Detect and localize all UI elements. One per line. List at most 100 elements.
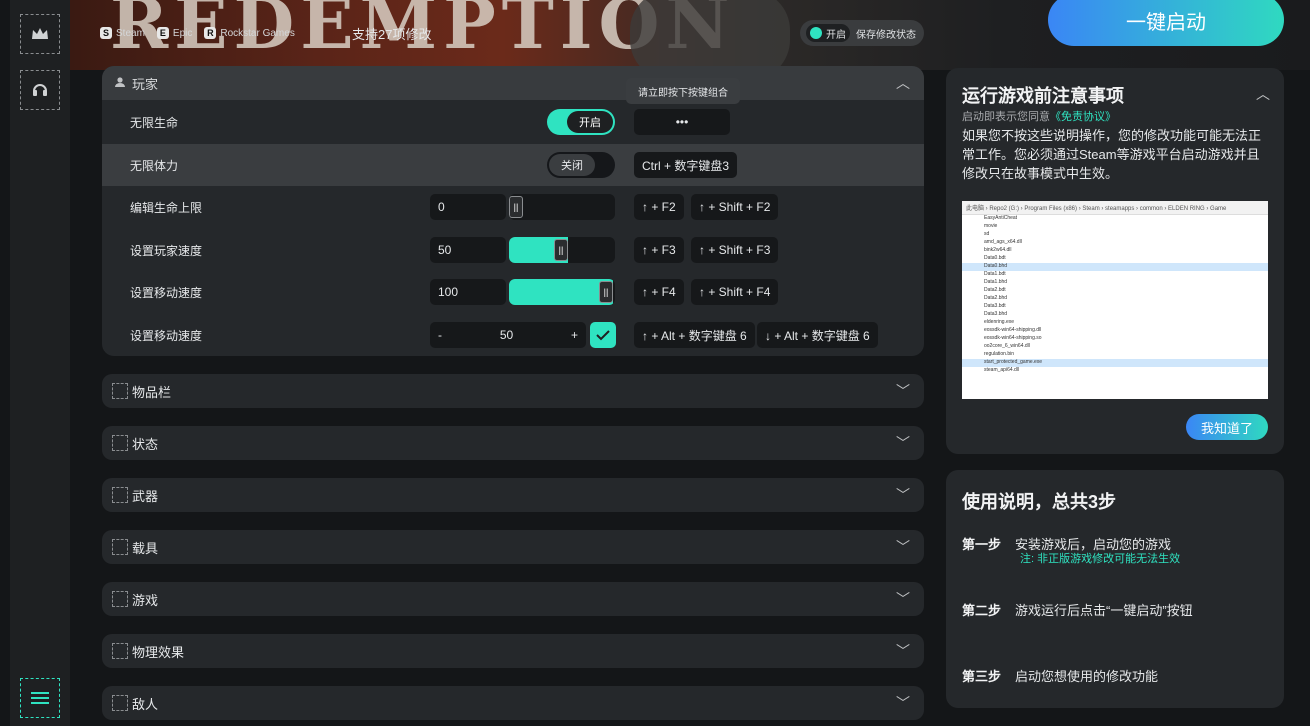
platform-rockstar[interactable]: R Rockstar Games (204, 27, 295, 39)
option-toggle[interactable]: 关闭 (547, 152, 615, 178)
explorer-file-row: movie (984, 223, 998, 229)
option-row: 无限生命 开启 ••• (102, 101, 924, 143)
step-label: 第三步 (962, 669, 1002, 684)
explorer-file-row: Data3.bdt (984, 303, 1006, 309)
option-toggle[interactable]: 开启 (547, 109, 615, 135)
step-note: 注: 非正版游戏修改可能无法生效 (1020, 553, 1181, 565)
quantity-stepper[interactable]: - 50 + (430, 322, 586, 348)
hotkey-slot[interactable]: ↑ + Shift + F3 (691, 237, 779, 263)
menu-icon[interactable] (20, 678, 60, 718)
hotkey-slot[interactable]: ↑ + F3 (634, 237, 684, 263)
chevron-down-icon[interactable]: ﹀ (896, 485, 910, 505)
physics-icon (112, 643, 128, 659)
platform-epic[interactable]: E Epic (156, 27, 192, 39)
chevron-down-icon[interactable]: ﹀ (896, 433, 910, 453)
explorer-file-row: amd_ags_x64.dll (984, 239, 1022, 245)
hotkey-slot[interactable]: Ctrl + 数字键盘3 (634, 152, 738, 178)
chevron-up-icon[interactable]: ︿ (896, 73, 910, 93)
value-input[interactable]: 100 (430, 279, 506, 305)
confirm-check-button[interactable] (590, 322, 616, 348)
chevron-down-icon[interactable]: ﹀ (896, 693, 910, 713)
save-toggle-switch[interactable]: 开启 (806, 24, 850, 42)
hotkey-slot[interactable]: ↓ + Alt + 数字键盘 6 (757, 322, 878, 348)
slider-handle[interactable]: || (599, 281, 613, 303)
chevron-down-icon[interactable]: ﹀ (896, 537, 910, 557)
explorer-file-row: steam_api64.dll (984, 367, 1020, 373)
got-it-button[interactable]: 我知道了 (1186, 414, 1268, 440)
option-row: 设置移动速度 100 || ↑ + F4 ↑ + Shift + F4 (102, 271, 924, 313)
value-slider[interactable]: || (509, 194, 615, 220)
option-label: 设置玩家速度 (130, 243, 203, 258)
value-slider[interactable]: || (509, 237, 615, 263)
platform-steam[interactable]: S Steam (100, 27, 145, 39)
toggle-dot (810, 27, 822, 39)
explorer-screenshot: 此电脑 › Repo2 (G:) › Program Files (x86) ›… (962, 201, 1268, 399)
disclaimer-link[interactable]: 《免责协议》 (1050, 111, 1116, 123)
step-text: 启动您想使用的修改功能 (1015, 669, 1159, 684)
section-title: 玩家 (132, 76, 159, 92)
category-game[interactable]: 游戏 ﹀ (102, 582, 924, 616)
notice-title: 运行游戏前注意事项 (962, 86, 1124, 106)
explorer-file-row: eossdk-win64-shipping.so (984, 335, 1042, 341)
launch-button[interactable]: 一键启动 (1048, 0, 1284, 46)
agreement-text: 启动即表示您同意 (962, 111, 1050, 123)
crown-icon[interactable] (20, 14, 60, 54)
notice-panel: 运行游戏前注意事项 ︿ 启动即表示您同意《免责协议》 如果您不按这些说明操作，您… (946, 68, 1284, 454)
category-label: 载具 (132, 540, 159, 556)
option-label: 无限生命 (130, 115, 179, 130)
step-1: 第一步 安装游戏后，启动您的游戏 注: 非正版游戏修改可能无法生效 (962, 534, 1180, 565)
chevron-down-icon[interactable]: ﹀ (896, 641, 910, 661)
banner-artwork (630, 0, 790, 70)
hotkey-slot[interactable]: ↑ + Alt + 数字键盘 6 (634, 322, 755, 348)
chevron-down-icon[interactable]: ﹀ (896, 589, 910, 609)
category-vehicles[interactable]: 载具 ﹀ (102, 530, 924, 564)
steam-icon: S (100, 27, 112, 39)
explorer-file-row: regulation.bin (984, 351, 1015, 357)
category-inventory[interactable]: 物品栏 ﹀ (102, 374, 924, 408)
toggle-label: 关闭 (549, 154, 595, 176)
category-label: 状态 (132, 436, 159, 452)
user-icon (114, 76, 126, 91)
explorer-file-row: Data2.bdt (984, 287, 1006, 293)
platform-label: Steam (116, 27, 145, 39)
enemy-icon (112, 695, 128, 711)
category-weapons[interactable]: 武器 ﹀ (102, 478, 924, 512)
step-2: 第二步 游戏运行后点击“一键启动”按钮 (962, 600, 1193, 619)
player-section-header[interactable]: 玩家 ︿ (102, 66, 924, 100)
hotkey-slot[interactable]: ↑ + F4 (634, 279, 684, 305)
option-row: 编辑生命上限 0 || ↑ + F2 ↑ + Shift + F2 (102, 186, 924, 228)
value-input[interactable]: 50 (430, 237, 506, 263)
option-row: 无限体力 关闭 Ctrl + 数字键盘3 (102, 144, 924, 186)
hotkey-slot[interactable]: ↑ + F2 (634, 194, 684, 220)
explorer-file-row: Data2.bhd (984, 295, 1008, 301)
explorer-file-row: Data1.bdt (984, 271, 1006, 277)
save-state-toggle[interactable]: 开启 保存修改状态 (800, 20, 924, 46)
slider-handle[interactable]: || (554, 239, 568, 261)
explorer-file-row: eldenring.exe (984, 319, 1015, 325)
notice-subtitle: 启动即表示您同意《免责协议》 (962, 108, 1116, 124)
category-label: 物理效果 (132, 644, 185, 660)
step-3: 第三步 启动您想使用的修改功能 (962, 666, 1158, 685)
epic-icon: E (156, 27, 169, 39)
decrement-button[interactable]: - (438, 328, 442, 342)
explorer-file-row: Data1.bhd (984, 279, 1008, 285)
chevron-down-icon[interactable]: ﹀ (896, 381, 910, 401)
platform-list: S Steam E Epic R Rockstar Games (100, 22, 301, 44)
instructions-panel: 使用说明，总共3步 第一步 安装游戏后，启动您的游戏 注: 非正版游戏修改可能无法… (946, 470, 1284, 708)
value-slider[interactable]: || (509, 279, 615, 305)
increment-button[interactable]: + (571, 328, 578, 342)
slider-handle[interactable]: || (509, 196, 523, 218)
hotkey-slot[interactable]: ↑ + Shift + F2 (691, 194, 779, 220)
explorer-file-row: EasyAntiCheat (984, 215, 1018, 221)
category-label: 敌人 (132, 696, 159, 712)
chevron-up-icon[interactable]: ︿ (1256, 84, 1270, 104)
category-status[interactable]: 状态 ﹀ (102, 426, 924, 460)
category-physics[interactable]: 物理效果 ﹀ (102, 634, 924, 668)
value-input[interactable]: 0 (430, 194, 506, 220)
headset-icon[interactable] (20, 70, 60, 110)
category-enemies[interactable]: 敌人 ﹀ (102, 686, 924, 720)
hotkey-slot[interactable]: ↑ + Shift + F4 (691, 279, 779, 305)
toggle-label: 开启 (567, 111, 613, 133)
hotkey-slot[interactable]: ••• (634, 109, 730, 135)
explorer-path: 此电脑 › Repo2 (G:) › Program Files (x86) ›… (962, 201, 1268, 215)
